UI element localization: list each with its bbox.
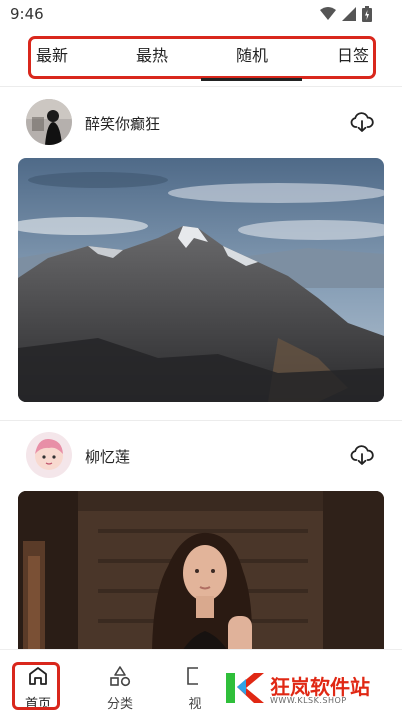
tab-active-indicator bbox=[201, 78, 302, 81]
nav-video[interactable]: 视 bbox=[178, 650, 212, 715]
wallpaper-image[interactable] bbox=[18, 491, 384, 649]
video-icon bbox=[187, 667, 198, 685]
wallpaper-image[interactable] bbox=[18, 158, 384, 402]
wifi-icon bbox=[320, 7, 336, 20]
divider bbox=[0, 420, 402, 421]
username[interactable]: 醉笑你癫狂 bbox=[85, 113, 160, 134]
watermark: 狂岚软件站 WWW.KLSK.SHOP bbox=[222, 665, 397, 709]
status-icons bbox=[320, 6, 372, 22]
nav-category-label: 分类 bbox=[106, 697, 133, 712]
avatar[interactable] bbox=[26, 99, 72, 145]
tab-bar: 最新 最热 随机 日签 bbox=[28, 36, 376, 79]
cloud-download-icon[interactable] bbox=[350, 110, 374, 134]
cloud-download-icon[interactable] bbox=[350, 443, 374, 467]
status-time: 9:46 bbox=[10, 5, 44, 23]
tab-daily[interactable]: 日签 bbox=[337, 45, 369, 67]
nav-video-label: 视 bbox=[188, 697, 202, 712]
home-highlight bbox=[12, 662, 60, 710]
signal-icon bbox=[342, 7, 356, 21]
wallpaper-feed[interactable]: 醉笑你癫狂 柳忆莲 bbox=[0, 86, 402, 649]
avatar[interactable] bbox=[26, 432, 72, 478]
watermark-logo-icon bbox=[226, 673, 264, 703]
category-icon bbox=[110, 666, 131, 687]
battery-icon bbox=[362, 6, 372, 22]
watermark-url: WWW.KLSK.SHOP bbox=[270, 696, 347, 705]
tab-latest[interactable]: 最新 bbox=[36, 45, 68, 67]
divider bbox=[0, 86, 402, 87]
tab-random[interactable]: 随机 bbox=[236, 45, 268, 67]
username[interactable]: 柳忆莲 bbox=[85, 446, 130, 467]
status-bar: 9:46 bbox=[0, 0, 402, 28]
nav-category[interactable]: 分类 bbox=[94, 650, 146, 715]
tab-hottest[interactable]: 最热 bbox=[136, 45, 168, 67]
